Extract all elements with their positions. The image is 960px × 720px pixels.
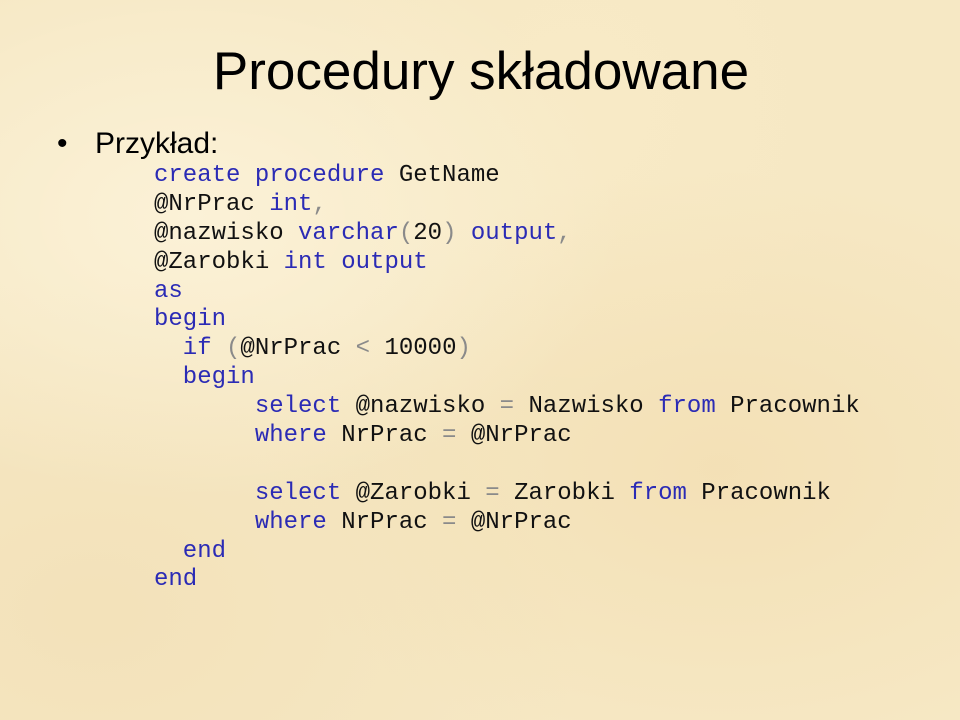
code-keyword: output: [456, 219, 558, 247]
code-line: begin: [154, 306, 860, 335]
code-identifier: @NrPrac: [456, 508, 572, 536]
code-punctuation: =: [427, 422, 457, 450]
code-identifier: Pracownik: [715, 393, 860, 421]
code-keyword: end: [154, 566, 198, 594]
code-line: where NrPrac = @NrPrac: [154, 422, 860, 451]
code-punctuation: (: [211, 335, 241, 363]
code-punctuation: <: [341, 335, 371, 363]
code-keyword: from: [614, 479, 687, 507]
bullet-icon: •: [57, 127, 68, 160]
code-line: where NrPrac = @NrPrac: [154, 509, 860, 538]
code-identifier: @Zarobki: [154, 248, 270, 276]
code-punctuation: =: [485, 393, 515, 421]
code-keyword: select: [154, 479, 342, 507]
code-line: @NrPrac int,: [154, 191, 860, 220]
bullet-text: Przykład:: [95, 127, 219, 160]
code-keyword: begin: [154, 306, 227, 334]
code-keyword: from: [643, 393, 716, 421]
code-identifier: NrPrac: [326, 508, 428, 536]
code-line: @nazwisko varchar(20) output,: [154, 220, 860, 249]
slide-title: Procedury składowane: [0, 40, 960, 104]
code-identifier: GetName: [384, 162, 500, 189]
code-identifier: @NrPrac: [456, 422, 572, 450]
code-identifier: Nazwisko: [514, 393, 644, 421]
code-keyword: int: [254, 190, 313, 218]
code-line: end: [154, 538, 860, 567]
code-identifier: Zarobki: [499, 479, 615, 507]
code-line: create procedure GetName: [154, 162, 860, 191]
code-identifier: @Zarobki: [341, 479, 471, 507]
code-identifier: 10000: [370, 335, 457, 363]
code-punctuation: =: [470, 479, 500, 507]
code-identifier: @NrPrac: [154, 190, 255, 218]
code-keyword: where: [154, 508, 327, 536]
code-keyword: where: [154, 422, 327, 450]
code-punctuation: ): [442, 219, 457, 247]
code-line: as: [154, 278, 860, 307]
code-keyword: varchar: [283, 219, 399, 247]
code-identifier: NrPrac: [326, 422, 428, 450]
code-line: select @nazwisko = Nazwisko from Pracown…: [154, 393, 860, 422]
code-line: select @Zarobki = Zarobki from Pracownik: [154, 480, 860, 509]
code-line: begin: [154, 364, 860, 393]
code-keyword: end: [154, 537, 227, 565]
code-line: end: [154, 566, 860, 595]
code-block: create procedure GetName @NrPrac int, @naz…: [154, 162, 860, 595]
code-line: if (@NrPrac < 10000): [154, 335, 860, 364]
code-keyword: begin: [154, 364, 255, 392]
code-punctuation: ,: [312, 190, 327, 218]
code-keyword: int output: [269, 248, 428, 276]
code-identifier: @nazwisko: [341, 393, 486, 421]
code-identifier: 20: [413, 219, 443, 247]
code-identifier: @nazwisko: [154, 219, 284, 247]
code-punctuation: ): [456, 335, 471, 363]
code-keyword: if: [154, 335, 212, 363]
code-identifier: @NrPrac: [240, 335, 342, 363]
code-punctuation: ,: [557, 219, 572, 247]
code-punctuation: =: [427, 508, 457, 536]
code-punctuation: (: [398, 219, 414, 247]
code-line: @Zarobki int output: [154, 249, 860, 278]
code-keyword: create procedure: [154, 162, 385, 189]
code-keyword: select: [154, 393, 342, 421]
code-keyword: as: [154, 277, 183, 305]
slide-title-text: Procedury składowane: [212, 42, 750, 101]
code-identifier: Pracownik: [686, 479, 831, 507]
